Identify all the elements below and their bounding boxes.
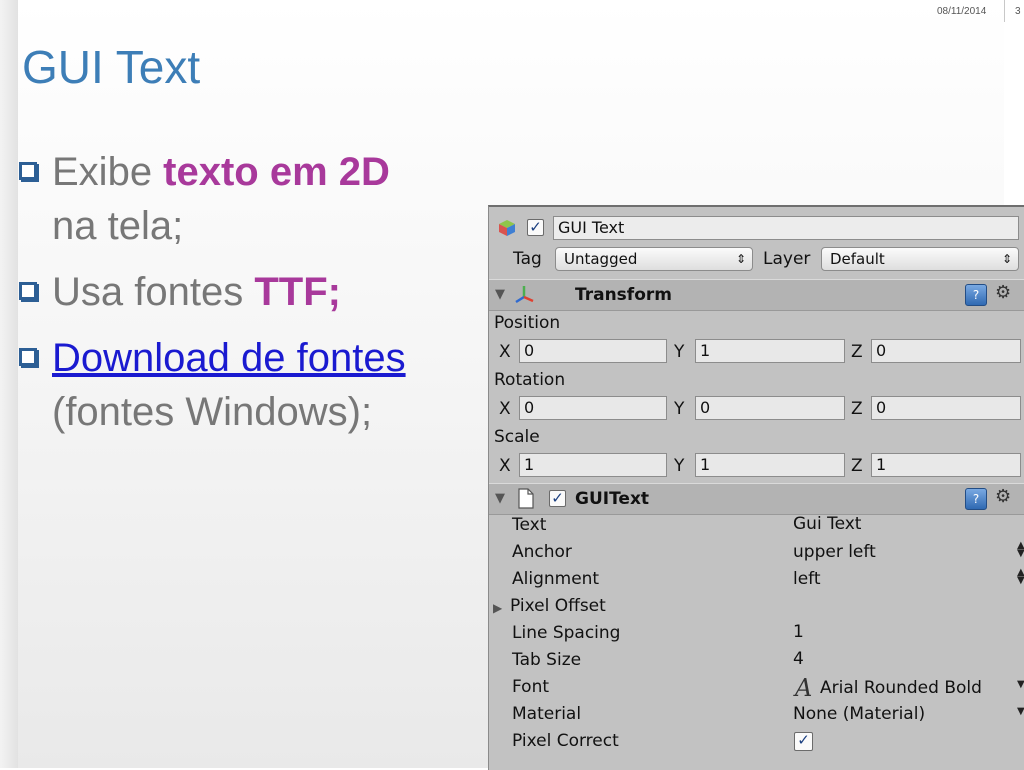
layer-label: Layer [763, 249, 811, 269]
bullet-text: Usa fontes [52, 270, 255, 314]
gear-icon[interactable]: ⚙ [995, 282, 1011, 303]
tab-size-label: Tab Size [512, 650, 582, 670]
rotation-label: Rotation [494, 370, 566, 390]
dropdown-arrows-icon[interactable]: ▲ ▼ [1017, 568, 1024, 586]
bullet-highlight: TTF; [254, 270, 341, 314]
guitext-header[interactable]: ▼ ✓ GUIText ? ⚙ [489, 483, 1024, 515]
axis-x-label: X [499, 342, 511, 362]
header-divider [1004, 0, 1005, 22]
axis-y-label: Y [674, 342, 685, 362]
scale-z-field[interactable]: 1 [871, 453, 1021, 477]
pixel-correct-label: Pixel Correct [512, 731, 619, 751]
slide-date: 08/11/2014 [937, 6, 987, 17]
bullet-text: Exibe [52, 150, 164, 194]
text-label: Text [512, 515, 547, 535]
collapse-triangle-icon[interactable]: ▼ [495, 491, 505, 506]
alignment-label: Alignment [512, 569, 600, 589]
position-y-field[interactable]: 1 [695, 339, 845, 363]
anchor-dropdown[interactable]: upper left [793, 542, 876, 562]
line-spacing-label: Line Spacing [512, 623, 621, 643]
rotation-z-field[interactable]: 0 [871, 396, 1021, 420]
bullet-item: Usa fontes TTF; [18, 265, 478, 319]
tag-label: Tag [513, 249, 542, 269]
axis-y-label: Y [674, 456, 685, 476]
slide-title: GUI Text [22, 41, 201, 93]
dropdown-arrow-icon[interactable]: ▼ [1017, 707, 1024, 717]
position-label: Position [494, 313, 561, 333]
pixel-correct-checkbox[interactable]: ✓ [794, 732, 813, 751]
axis-z-label: Z [851, 342, 863, 362]
scale-y-field[interactable]: 1 [695, 453, 845, 477]
expand-triangle-icon[interactable]: ▶ [493, 601, 502, 615]
alignment-dropdown[interactable]: left [793, 569, 821, 589]
scale-label: Scale [494, 427, 540, 447]
transform-axes-icon [515, 286, 534, 304]
guitext-title: GUIText [575, 489, 650, 509]
line-spacing-value[interactable]: 1 [793, 622, 804, 642]
download-fonts-link[interactable]: Download de fontes [52, 336, 406, 380]
dropdown-arrows-icon[interactable]: ▲ ▼ [1017, 541, 1024, 559]
collapse-triangle-icon[interactable]: ▼ [495, 287, 505, 302]
axis-z-label: Z [851, 456, 863, 476]
layer-dropdown-value: Default [830, 250, 885, 268]
font-label: Font [512, 677, 550, 697]
guitext-enabled-checkbox[interactable]: ✓ [549, 490, 566, 507]
axis-x-label: X [499, 456, 511, 476]
material-label: Material [512, 704, 582, 724]
checkbox-bullet-icon [19, 348, 37, 366]
help-icon[interactable]: ? [965, 284, 987, 306]
bullet-item: Exibe texto em 2D na tela; [18, 145, 478, 253]
font-icon: A [795, 674, 813, 702]
bullet-text: na tela; [52, 204, 184, 248]
rotation-y-field[interactable]: 0 [695, 396, 845, 420]
tag-dropdown[interactable]: Untagged ⇕ [555, 247, 753, 271]
dropdown-arrows-icon: ⇕ [1001, 252, 1012, 266]
axis-x-label: X [499, 399, 511, 419]
dropdown-arrow-icon[interactable]: ▼ [1017, 680, 1024, 690]
font-field[interactable]: Arial Rounded Bold [820, 678, 982, 698]
help-icon[interactable]: ? [965, 488, 987, 510]
object-name-field[interactable]: GUI Text [553, 216, 1019, 240]
scale-x-field[interactable]: 1 [519, 453, 667, 477]
text-value[interactable]: Gui Text [793, 514, 861, 534]
active-checkbox[interactable]: ✓ [527, 219, 544, 236]
material-field[interactable]: None (Material) [793, 704, 925, 724]
transform-header[interactable]: ▼ Transform ? ⚙ [489, 279, 1024, 311]
bullet-highlight: texto em 2D [163, 150, 390, 194]
cube-icon [499, 220, 515, 236]
inspector-panel: ✓ GUI Text Tag Untagged ⇕ Layer Default … [488, 205, 1024, 770]
position-z-field[interactable]: 0 [871, 339, 1021, 363]
pixel-offset-label[interactable]: Pixel Offset [510, 596, 606, 616]
checkbox-bullet-icon [19, 162, 37, 180]
tab-size-value[interactable]: 4 [793, 649, 804, 669]
slide-page-number: 3 [1015, 6, 1021, 17]
document-icon [518, 488, 534, 509]
layer-dropdown[interactable]: Default ⇕ [821, 247, 1019, 271]
tag-dropdown-value: Untagged [564, 250, 638, 268]
axis-y-label: Y [674, 399, 685, 419]
position-x-field[interactable]: 0 [519, 339, 667, 363]
bullet-text: (fontes Windows); [52, 390, 373, 434]
bullet-item: Download de fontes (fontes Windows); [18, 331, 478, 439]
slide-right-margin [1004, 0, 1024, 205]
anchor-label: Anchor [512, 542, 572, 562]
axis-z-label: Z [851, 399, 863, 419]
bullet-list: Exibe texto em 2D na tela; Usa fontes TT… [18, 145, 478, 451]
dropdown-arrows-icon: ⇕ [735, 252, 746, 266]
slide-left-edge [0, 0, 18, 768]
transform-title: Transform [575, 285, 672, 305]
rotation-x-field[interactable]: 0 [519, 396, 667, 420]
gear-icon[interactable]: ⚙ [995, 486, 1011, 507]
checkbox-bullet-icon [19, 282, 37, 300]
